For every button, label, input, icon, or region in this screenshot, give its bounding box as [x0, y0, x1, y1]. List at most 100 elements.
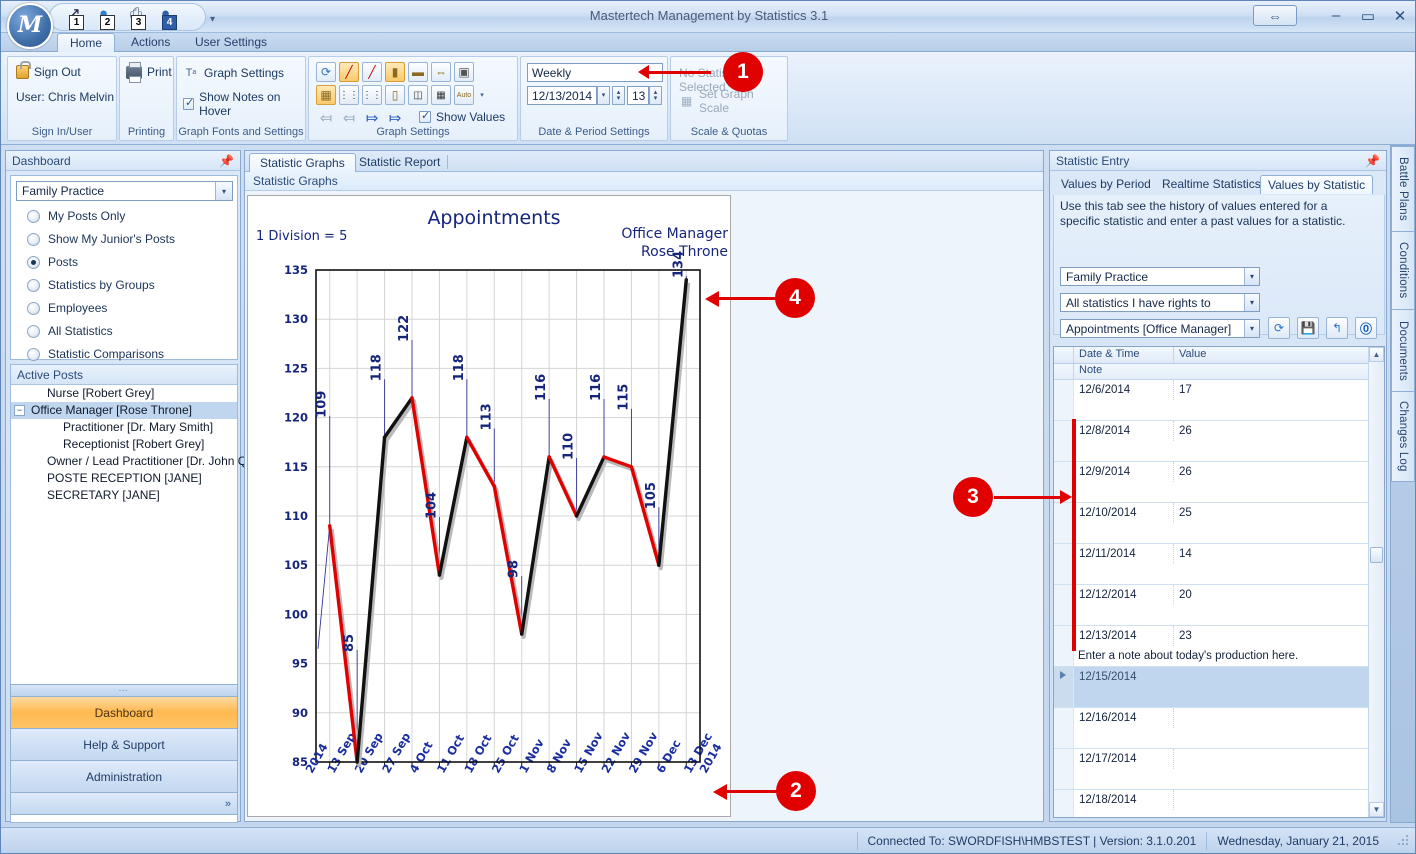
cell-note[interactable]	[1074, 441, 1384, 461]
values-grid[interactable]: Date & Time Value Note 12/6/2014 17 12/8/2…	[1053, 346, 1385, 818]
cell-note[interactable]	[1074, 564, 1384, 584]
left-scale-icon[interactable]: ▦	[316, 85, 336, 105]
entry-refresh-button[interactable]: ⟳	[1268, 317, 1290, 339]
cell-note[interactable]	[1074, 400, 1384, 420]
table-row[interactable]: 12/16/2014	[1054, 708, 1384, 749]
chevron-down-icon[interactable]: ▾	[1244, 294, 1259, 311]
page-width-icon[interactable]: ⇔	[431, 62, 451, 82]
qat-help-button[interactable]: ● 4	[159, 6, 185, 30]
close-button[interactable]: ✕	[1391, 7, 1409, 25]
nav-overflow-button[interactable]: »	[10, 793, 238, 815]
table-row[interactable]: 12/10/2014 25	[1054, 503, 1384, 544]
scroll-down-icon[interactable]: ▼	[1369, 802, 1384, 817]
previous-period-icon[interactable]: ⤆	[339, 108, 359, 128]
cell-value[interactable]: 17	[1174, 380, 1384, 400]
period-count-input[interactable]: 13	[627, 86, 649, 105]
cell-date[interactable]: 12/16/2014	[1074, 708, 1174, 728]
nav-button-help-support[interactable]: Help & Support	[10, 729, 238, 761]
qat-export-button[interactable]: ↗ 1	[66, 6, 92, 30]
frame-icon[interactable]: ▣	[454, 62, 474, 82]
nav-splitter-grip[interactable]: ⋯	[10, 684, 238, 697]
radio-my-posts-only[interactable]: My Posts Only	[27, 209, 125, 223]
practice-select[interactable]: Family Practice ▾	[16, 181, 233, 201]
table-row[interactable]: 12/9/2014 26	[1054, 462, 1384, 503]
radio-statistic-comparisons[interactable]: Statistic Comparisons	[27, 347, 164, 361]
cell-date[interactable]: 12/8/2014	[1074, 421, 1174, 441]
cell-note[interactable]	[1074, 523, 1384, 543]
radio-statistics-by-groups[interactable]: Statistics by Groups	[27, 278, 155, 292]
pin-icon[interactable]: 📌	[219, 154, 234, 168]
entry-import-button[interactable]: ↰	[1326, 317, 1348, 339]
tree-item-receptionist[interactable]: Receptionist [Robert Grey]	[11, 436, 237, 453]
qat-print-button[interactable]: ⎙ 3	[128, 6, 154, 30]
cell-date[interactable]: 12/15/2014	[1074, 667, 1174, 687]
vtab-documents[interactable]: Documents	[1391, 310, 1415, 392]
row-indicator[interactable]	[1054, 421, 1074, 441]
collapse-icon[interactable]: −	[14, 405, 25, 416]
graph-settings-button[interactable]: Ta Graph Settings	[183, 65, 284, 80]
column-header-date[interactable]: Date & Time	[1074, 347, 1174, 363]
vtab-changes-log[interactable]: Changes Log	[1391, 392, 1415, 482]
scroll-up-icon[interactable]: ▲	[1369, 347, 1384, 362]
line-up-icon[interactable]: ╱	[339, 62, 359, 82]
chevron-down-icon[interactable]: ▾	[215, 182, 232, 200]
tree-item-nurse[interactable]: Nurse [Robert Grey]	[11, 385, 237, 402]
table-row[interactable]: 12/11/2014 14	[1054, 544, 1384, 585]
radio-show-my-juniors-posts[interactable]: Show My Junior's Posts	[27, 232, 175, 246]
show-values-checkbox[interactable]: Show Values	[419, 109, 505, 124]
restore-down-button[interactable]: ⇔	[1253, 5, 1297, 26]
vtab-battle-plans[interactable]: Battle Plans	[1391, 146, 1415, 232]
date-spinner[interactable]: ▴ ▾	[612, 86, 625, 105]
chevron-down-icon[interactable]: ▾	[1244, 320, 1259, 337]
cell-note[interactable]	[1074, 769, 1384, 789]
table-row[interactable]: 12/13/2014 23 Enter a note about today's p…	[1054, 626, 1384, 667]
cell-note[interactable]: Enter a note about today's production he…	[1074, 646, 1384, 666]
scale-right-labels-icon[interactable]: ⋮⋮	[362, 85, 382, 105]
tree-item-practitioner[interactable]: Practitioner [Dr. Mary Smith]	[11, 419, 237, 436]
scrollbar-thumb[interactable]	[1370, 547, 1383, 563]
tree-item-poste-reception[interactable]: POSTE RECEPTION [JANE]	[11, 470, 237, 487]
tree-item-office-manager[interactable]: − Office Manager [Rose Throne]	[11, 402, 237, 419]
landscape-icon[interactable]: ▬	[408, 62, 428, 82]
vtab-conditions[interactable]: Conditions	[1391, 232, 1415, 310]
refresh-icon[interactable]: ⟳	[316, 62, 336, 82]
set-graph-scale-button[interactable]: ▦ Set Graph Scale	[679, 87, 787, 115]
tab-values-by-period[interactable]: Values by Period	[1054, 175, 1158, 194]
scale-left-labels-icon[interactable]: ⋮⋮	[339, 85, 359, 105]
entry-statistic-select[interactable]: Appointments [Office Manager] ▾	[1060, 319, 1260, 338]
tree-item-owner-lead-practitioner[interactable]: Owner / Lead Practitioner [Dr. John Que]	[11, 453, 264, 470]
last-period-icon[interactable]: ⤇	[385, 108, 405, 128]
cell-note[interactable]	[1074, 687, 1384, 707]
cell-note[interactable]	[1074, 810, 1384, 817]
print-button[interactable]: Print	[126, 61, 172, 83]
values-grid-scrollbar[interactable]: ▲ ▼	[1368, 347, 1384, 817]
first-period-icon[interactable]: ⤆	[316, 108, 336, 128]
date-dropdown-button[interactable]: ▾	[597, 86, 610, 105]
row-indicator[interactable]	[1054, 462, 1074, 482]
row-indicator[interactable]	[1054, 626, 1074, 646]
three-col-icon[interactable]: ▦	[431, 85, 451, 105]
fit-icon[interactable]: ▯	[385, 85, 405, 105]
table-row[interactable]: 12/12/2014 20	[1054, 585, 1384, 626]
cell-value[interactable]	[1174, 749, 1384, 769]
entry-practice-select[interactable]: Family Practice ▾	[1060, 267, 1260, 286]
tree-item-secretary[interactable]: SECRETARY [JANE]	[11, 487, 237, 504]
table-row[interactable]: 12/6/2014 17	[1054, 380, 1384, 421]
tab-realtime-statistics[interactable]: Realtime Statistics	[1155, 175, 1268, 194]
two-col-icon[interactable]: ◫	[408, 85, 428, 105]
entry-help-button[interactable]: ⓪	[1355, 317, 1377, 339]
row-indicator[interactable]	[1054, 790, 1074, 810]
line-down-icon[interactable]: ╱	[362, 62, 382, 82]
maximize-button[interactable]: ▭	[1359, 7, 1377, 25]
tab-actions[interactable]: Actions	[119, 33, 182, 52]
cell-date[interactable]: 12/9/2014	[1074, 462, 1174, 482]
cell-note[interactable]	[1074, 482, 1384, 502]
auto-scale-icon[interactable]: Auto	[454, 85, 474, 105]
page-icon[interactable]: ▮	[385, 62, 405, 82]
row-indicator[interactable]	[1054, 544, 1074, 564]
chevron-down-icon[interactable]: ▾	[1244, 268, 1259, 285]
tab-user-settings[interactable]: User Settings	[183, 33, 279, 52]
cell-value[interactable]	[1174, 667, 1384, 687]
row-indicator[interactable]	[1054, 380, 1074, 400]
radio-posts[interactable]: Posts	[27, 255, 78, 269]
